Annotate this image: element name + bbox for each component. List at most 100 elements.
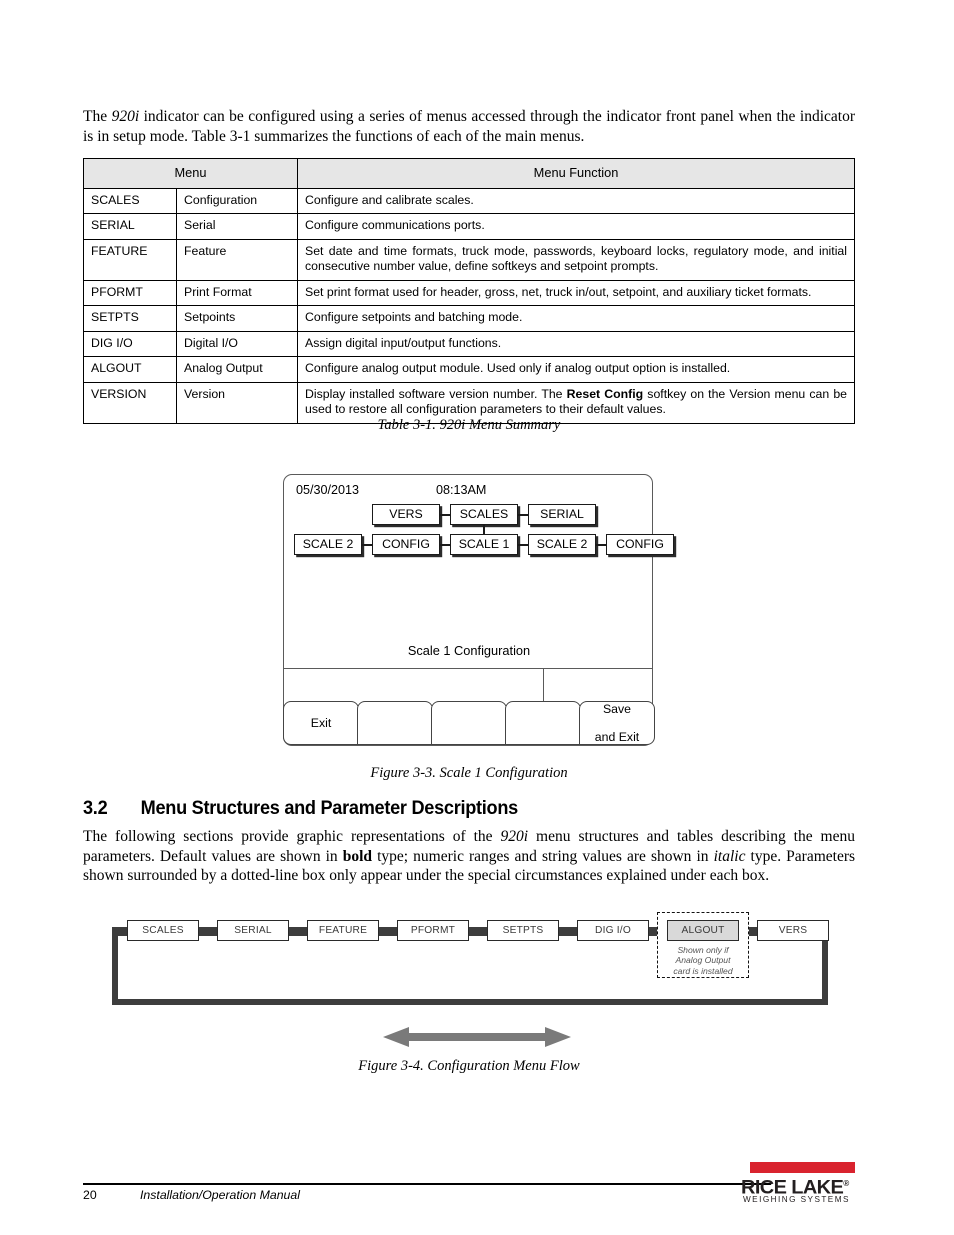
flow-box-dig-io[interactable]: DIG I/O bbox=[577, 920, 649, 941]
indicator-screen-title: Scale 1 Configuration bbox=[407, 643, 531, 658]
table-caption: Table 3-1. 920i Menu Summary bbox=[377, 417, 561, 433]
table-header-menu-function: Menu Function bbox=[297, 158, 855, 189]
figure-3-4-caption: Figure 3-4. Configuration Menu Flow bbox=[358, 1058, 580, 1074]
table-row: SCALES Configuration Configure and calib… bbox=[83, 187, 855, 214]
row-name: Digital I/O bbox=[176, 330, 298, 357]
row-function: Configure communications ports. bbox=[297, 213, 855, 240]
indicator-time: 08:13AM bbox=[436, 483, 487, 497]
menu-box-scales[interactable]: SCALES bbox=[450, 504, 518, 525]
table-body: SCALES Configuration Configure and calib… bbox=[83, 187, 855, 424]
row-function: Set print format used for header, gross,… bbox=[297, 279, 855, 306]
row-name: Analog Output bbox=[176, 356, 298, 383]
softkey-blank-2[interactable] bbox=[357, 701, 433, 745]
algout-note-line1: Shown only if bbox=[677, 945, 729, 955]
table-row: PFORMT Print Format Set print format use… bbox=[83, 279, 855, 306]
indicator-date: 05/30/2013 bbox=[296, 483, 360, 497]
row-key: SCALES bbox=[83, 187, 177, 214]
menu-box-scale2-left[interactable]: SCALE 2 bbox=[294, 534, 362, 555]
menu-summary-table: Menu Menu Function SCALES Configuration … bbox=[83, 158, 855, 424]
row-name: Feature bbox=[176, 238, 298, 281]
flow-box-setpts[interactable]: SETPTS bbox=[487, 920, 559, 941]
row-function: Set date and time formats, truck mode, p… bbox=[297, 238, 855, 281]
footer-manual-title: Installation/Operation Manual bbox=[140, 1188, 300, 1202]
softkey-exit-label: Exit bbox=[310, 716, 332, 730]
menu-box-serial[interactable]: SERIAL bbox=[528, 504, 596, 525]
section-body-italic2: italic bbox=[713, 847, 746, 865]
menu-box-vers[interactable]: VERS bbox=[372, 504, 440, 525]
algout-note-line2: Analog Output bbox=[675, 955, 731, 966]
row-function: Configure analog output module. Used onl… bbox=[297, 356, 855, 383]
indicator-divider bbox=[284, 668, 652, 670]
connector-line bbox=[518, 514, 528, 516]
connector-line bbox=[518, 544, 528, 546]
intro-text-after: indicator can be configured using a seri… bbox=[83, 108, 855, 145]
section-body-part3: type; numeric ranges and string values a… bbox=[372, 847, 714, 865]
flow-box-scales[interactable]: SCALES bbox=[127, 920, 199, 941]
section-body-part1: The following sections provide graphic r… bbox=[83, 828, 501, 845]
section-number: 3.2 bbox=[83, 797, 108, 819]
menu-box-config-right[interactable]: CONFIG bbox=[606, 534, 674, 555]
bidirectional-arrow-icon bbox=[383, 1027, 571, 1047]
table-row: DIG I/O Digital I/O Assign digital input… bbox=[83, 330, 855, 357]
flow-box-vers[interactable]: VERS bbox=[757, 920, 829, 941]
connector-line bbox=[362, 544, 372, 546]
softkey-exit[interactable]: Exit bbox=[283, 701, 359, 745]
intro-italic-term: 920i bbox=[111, 108, 140, 125]
row-key: DIG I/O bbox=[83, 330, 177, 357]
section-body-paragraph: The following sections provide graphic r… bbox=[83, 827, 855, 886]
row-key: SERIAL bbox=[83, 213, 177, 240]
table-header-menu: Menu bbox=[83, 158, 298, 189]
section-body-bold1: bold bbox=[342, 847, 373, 865]
connector-line bbox=[440, 514, 450, 516]
table-row: SETPTS Setpoints Configure setpoints and… bbox=[83, 305, 855, 332]
document-page: The 920i indicator can be configured usi… bbox=[0, 0, 954, 1235]
footer-divider bbox=[83, 1183, 771, 1185]
table-head: Menu Menu Function bbox=[83, 158, 855, 189]
version-text-part1: Display installed software version numbe… bbox=[305, 386, 567, 401]
logo-tagline: WEIGHING SYSTEMS bbox=[743, 1195, 850, 1204]
logo-registered-mark: ® bbox=[843, 1179, 849, 1188]
flow-box-feature[interactable]: FEATURE bbox=[307, 920, 379, 941]
row-name: Configuration bbox=[176, 187, 298, 214]
menu-box-scale1[interactable]: SCALE 1 bbox=[450, 534, 518, 555]
configuration-menu-flow-diagram: SCALES SERIAL FEATURE PFORMT SETPTS DIG … bbox=[105, 912, 835, 1008]
algout-condition-note: Shown only if Analog Output card is inst… bbox=[657, 945, 749, 976]
reset-config-softkey-label: Reset Config bbox=[566, 386, 644, 401]
menu-box-scale2-right[interactable]: SCALE 2 bbox=[528, 534, 596, 555]
flow-box-algout[interactable]: ALGOUT bbox=[667, 920, 739, 941]
table-row: FEATURE Feature Set date and time format… bbox=[83, 238, 855, 281]
intro-paragraph: The 920i indicator can be configured usi… bbox=[83, 107, 855, 146]
figure-3-3-caption: Figure 3-3. Scale 1 Configuration bbox=[370, 765, 568, 781]
row-key: PFORMT bbox=[83, 279, 177, 306]
softkey-row: Exit Save and Exit bbox=[283, 701, 655, 745]
flow-box-pformt[interactable]: PFORMT bbox=[397, 920, 469, 941]
softkey-blank-4[interactable] bbox=[505, 701, 581, 745]
menu-box-config-left[interactable]: CONFIG bbox=[372, 534, 440, 555]
section-heading: 3.2 Menu Structures and Parameter Descrip… bbox=[83, 797, 518, 820]
row-key: ALGOUT bbox=[83, 356, 177, 383]
section-title: Menu Structures and Parameter Descriptio… bbox=[140, 797, 519, 819]
rice-lake-logo: RICE LAKE® WEIGHING SYSTEMS bbox=[741, 1162, 855, 1209]
row-name: Setpoints bbox=[176, 305, 298, 332]
table-row: SERIAL Serial Configure communications p… bbox=[83, 213, 855, 240]
connector-line-vertical bbox=[483, 525, 485, 534]
row-key: FEATURE bbox=[83, 238, 177, 281]
table-header-row: Menu Menu Function bbox=[83, 158, 855, 189]
row-function: Configure setpoints and batching mode. bbox=[297, 305, 855, 332]
softkey-save-and-exit[interactable]: Save and Exit bbox=[579, 701, 655, 745]
row-name: Serial bbox=[176, 213, 298, 240]
section-body-italic1: 920i bbox=[500, 828, 529, 845]
algout-note-line3: card is installed bbox=[673, 965, 733, 976]
row-key: SETPTS bbox=[83, 305, 177, 332]
footer-page-number: 20 bbox=[83, 1188, 97, 1202]
row-function: Assign digital input/output functions. bbox=[297, 330, 855, 357]
flow-box-serial[interactable]: SERIAL bbox=[217, 920, 289, 941]
row-name: Print Format bbox=[176, 279, 298, 306]
connector-line bbox=[596, 544, 606, 546]
connector-line bbox=[440, 544, 450, 546]
table-row: ALGOUT Analog Output Configure analog ou… bbox=[83, 356, 855, 383]
row-function: Configure and calibrate scales. bbox=[297, 187, 855, 214]
softkey-save-line2: and Exit bbox=[594, 730, 640, 744]
intro-text-before: The bbox=[83, 108, 112, 125]
softkey-blank-3[interactable] bbox=[431, 701, 507, 745]
